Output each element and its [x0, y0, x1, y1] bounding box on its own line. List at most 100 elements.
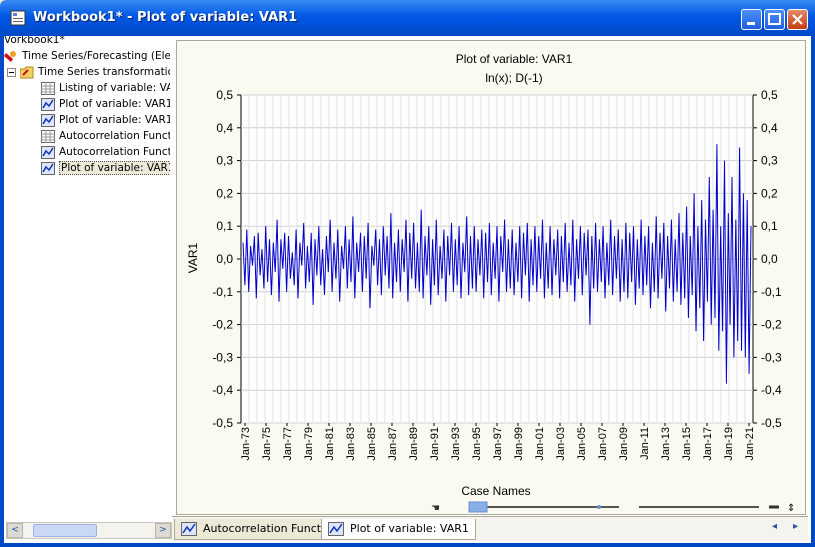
tree-item-plot-selected[interactable]: Plot of variable: VAR1: [41, 161, 170, 176]
x-tick-label: Jan-91: [429, 427, 441, 461]
x-tick-label: Jan-97: [492, 427, 504, 461]
x-tick-label: Jan-87: [387, 427, 399, 461]
x-tick-label: Jan-13: [660, 427, 672, 461]
chart-panel: Plot of variable: VAR1 ln(x); D(-1) VAR1…: [176, 40, 806, 515]
y-tick-label-left: -0,4: [212, 383, 233, 397]
tree-horizontal-scrollbar[interactable]: < >: [6, 522, 172, 539]
x-tick-label: Jan-05: [576, 427, 588, 461]
tree-item-workbook[interactable]: Vorkbook1*: [4, 36, 65, 48]
y-tick-label-left: 0,2: [216, 186, 233, 200]
document-tab-strip: Autocorrelation Function Plot of variabl…: [172, 516, 808, 541]
title-bar[interactable]: Workbook1* - Plot of variable: VAR1: [0, 0, 815, 36]
scroll-thumb[interactable]: [33, 524, 97, 537]
y-tick-label-right: 0,5: [761, 88, 778, 102]
chart-title: Plot of variable: VAR1: [456, 52, 573, 66]
y-tick-label-right: 0,0: [761, 252, 778, 266]
folder-icon: [20, 66, 34, 78]
workbook-tree: Vorkbook1* Time Series/Forecasting (Elec…: [4, 36, 170, 518]
tab-navigation: ◂ ▸: [772, 521, 798, 532]
y-tick-label-right: -0,3: [761, 350, 782, 364]
y-tick-label-right: -0,4: [761, 383, 782, 397]
tree-item-label: Plot of variable: VAR1: [59, 98, 170, 110]
x-tick-label: Jan-17: [702, 427, 714, 461]
minimize-button[interactable]: [741, 9, 762, 30]
y-tick-label-left: -0,1: [212, 285, 233, 299]
tree-item-acf-graph[interactable]: Autocorrelation Functio: [41, 145, 170, 160]
x-tick-label: Jan-99: [513, 427, 525, 461]
y-tick-label-right: -0,2: [761, 318, 782, 332]
maximize-button[interactable]: [764, 9, 785, 30]
x-tick-label: Jan-85: [366, 427, 378, 461]
y-tick-label-right: -0,5: [761, 416, 782, 430]
x-tick-label: Jan-07: [597, 427, 609, 461]
tab-autocorrelation-function[interactable]: Autocorrelation Function: [174, 519, 345, 540]
y-tick-label-right: 0,2: [761, 186, 778, 200]
tree-item-label: Time Series/Forecasting (Electr: [22, 50, 170, 62]
graph-icon: [41, 145, 55, 159]
minimize-icon: [747, 22, 755, 25]
y-tick-label-right: 0,1: [761, 219, 778, 233]
tree-item-transformation-folder[interactable]: Time Series transformation: [7, 65, 170, 80]
window-border-bottom: [0, 543, 815, 547]
x-tick-label: Jan-81: [324, 427, 336, 461]
y-tick-label-left: -0,2: [212, 318, 233, 332]
tree-item-listing[interactable]: Listing of variable: VAR: [41, 81, 170, 96]
tree-item-label: Time Series transformation: [38, 66, 170, 78]
y-tick-label-right: 0,3: [761, 154, 778, 168]
y-tick-label-left: 0,1: [216, 219, 233, 233]
close-button[interactable]: [787, 9, 808, 30]
x-tick-label: Jan-03: [555, 427, 567, 461]
y-tick-label-left: 0,4: [216, 121, 233, 135]
x-tick-label: Jan-11: [639, 427, 651, 460]
line-chart[interactable]: Plot of variable: VAR1 ln(x); D(-1) VAR1…: [177, 41, 805, 514]
graph-icon: [328, 522, 344, 536]
tree-item-label: Vorkbook1*: [4, 36, 65, 46]
tree-item-label: Listing of variable: VAR: [59, 82, 170, 94]
tree-item-label: Plot of variable: VAR1: [59, 161, 170, 175]
graph-icon: [41, 97, 55, 111]
y-tick-label-right: -0,1: [761, 285, 782, 299]
x-tick-label: Jan-83: [345, 427, 357, 461]
tree-item-label: Plot of variable: VAR1: [59, 114, 170, 126]
hand-icon: ☚: [431, 503, 440, 514]
workbook-window: Workbook1* - Plot of variable: VAR1 Vork…: [0, 0, 815, 547]
y-tick-label-left: 0,0: [216, 252, 233, 266]
tab-prev-button[interactable]: ◂: [772, 521, 777, 532]
x-tick-label: Jan-77: [282, 427, 294, 461]
x-tick-label: Jan-93: [450, 427, 462, 461]
y-tick-label-right: 0,4: [761, 121, 778, 135]
maximize-icon: [768, 13, 781, 25]
x-tick-label: Jan-89: [408, 427, 420, 461]
close-icon: [792, 14, 803, 25]
spreadsheet-icon: [41, 129, 55, 143]
window-border-left: [0, 36, 4, 547]
zoom-slider-right[interactable]: ⇕: [639, 500, 805, 514]
tab-label: Autocorrelation Function: [203, 522, 338, 535]
tree-item-plot-2[interactable]: Plot of variable: VAR1: [41, 113, 170, 128]
y-tick-label-left: 0,3: [216, 154, 233, 168]
y-tick-label-left: -0,5: [212, 416, 233, 430]
x-axis-label: Case Names: [461, 484, 530, 498]
tab-plot-of-variable[interactable]: Plot of variable: VAR1: [321, 519, 476, 540]
x-tick-label: Jan-95: [471, 427, 483, 461]
x-tick-label: Jan-73: [240, 427, 252, 461]
window-title: Workbook1* - Plot of variable: VAR1: [33, 10, 298, 25]
scroll-right-button[interactable]: >: [155, 523, 171, 538]
scroll-left-button[interactable]: <: [7, 523, 23, 538]
tree-item-acf-listing[interactable]: Autocorrelation Functio: [41, 129, 170, 144]
y-tick-label-left: 0,5: [216, 88, 233, 102]
tree-item-label: Autocorrelation Functio: [59, 146, 170, 158]
spreadsheet-icon: [41, 81, 55, 95]
graph-icon: [181, 522, 197, 536]
collapse-icon: [7, 67, 16, 77]
tree-item-label: Autocorrelation Functio: [59, 130, 170, 142]
tree-item-plot-1[interactable]: Plot of variable: VAR1: [41, 97, 170, 112]
x-tick-label: Jan-75: [261, 427, 273, 461]
tree-item-analysis[interactable]: Time Series/Forecasting (Electr: [4, 49, 170, 64]
chart-subtitle: ln(x); D(-1): [485, 71, 542, 85]
workbook-icon: [10, 10, 26, 26]
x-tick-label: Jan-79: [303, 427, 315, 461]
expand-icon: ⇕: [787, 503, 795, 514]
x-tick-label: Jan-15: [681, 427, 693, 461]
tab-next-button[interactable]: ▸: [793, 521, 798, 532]
